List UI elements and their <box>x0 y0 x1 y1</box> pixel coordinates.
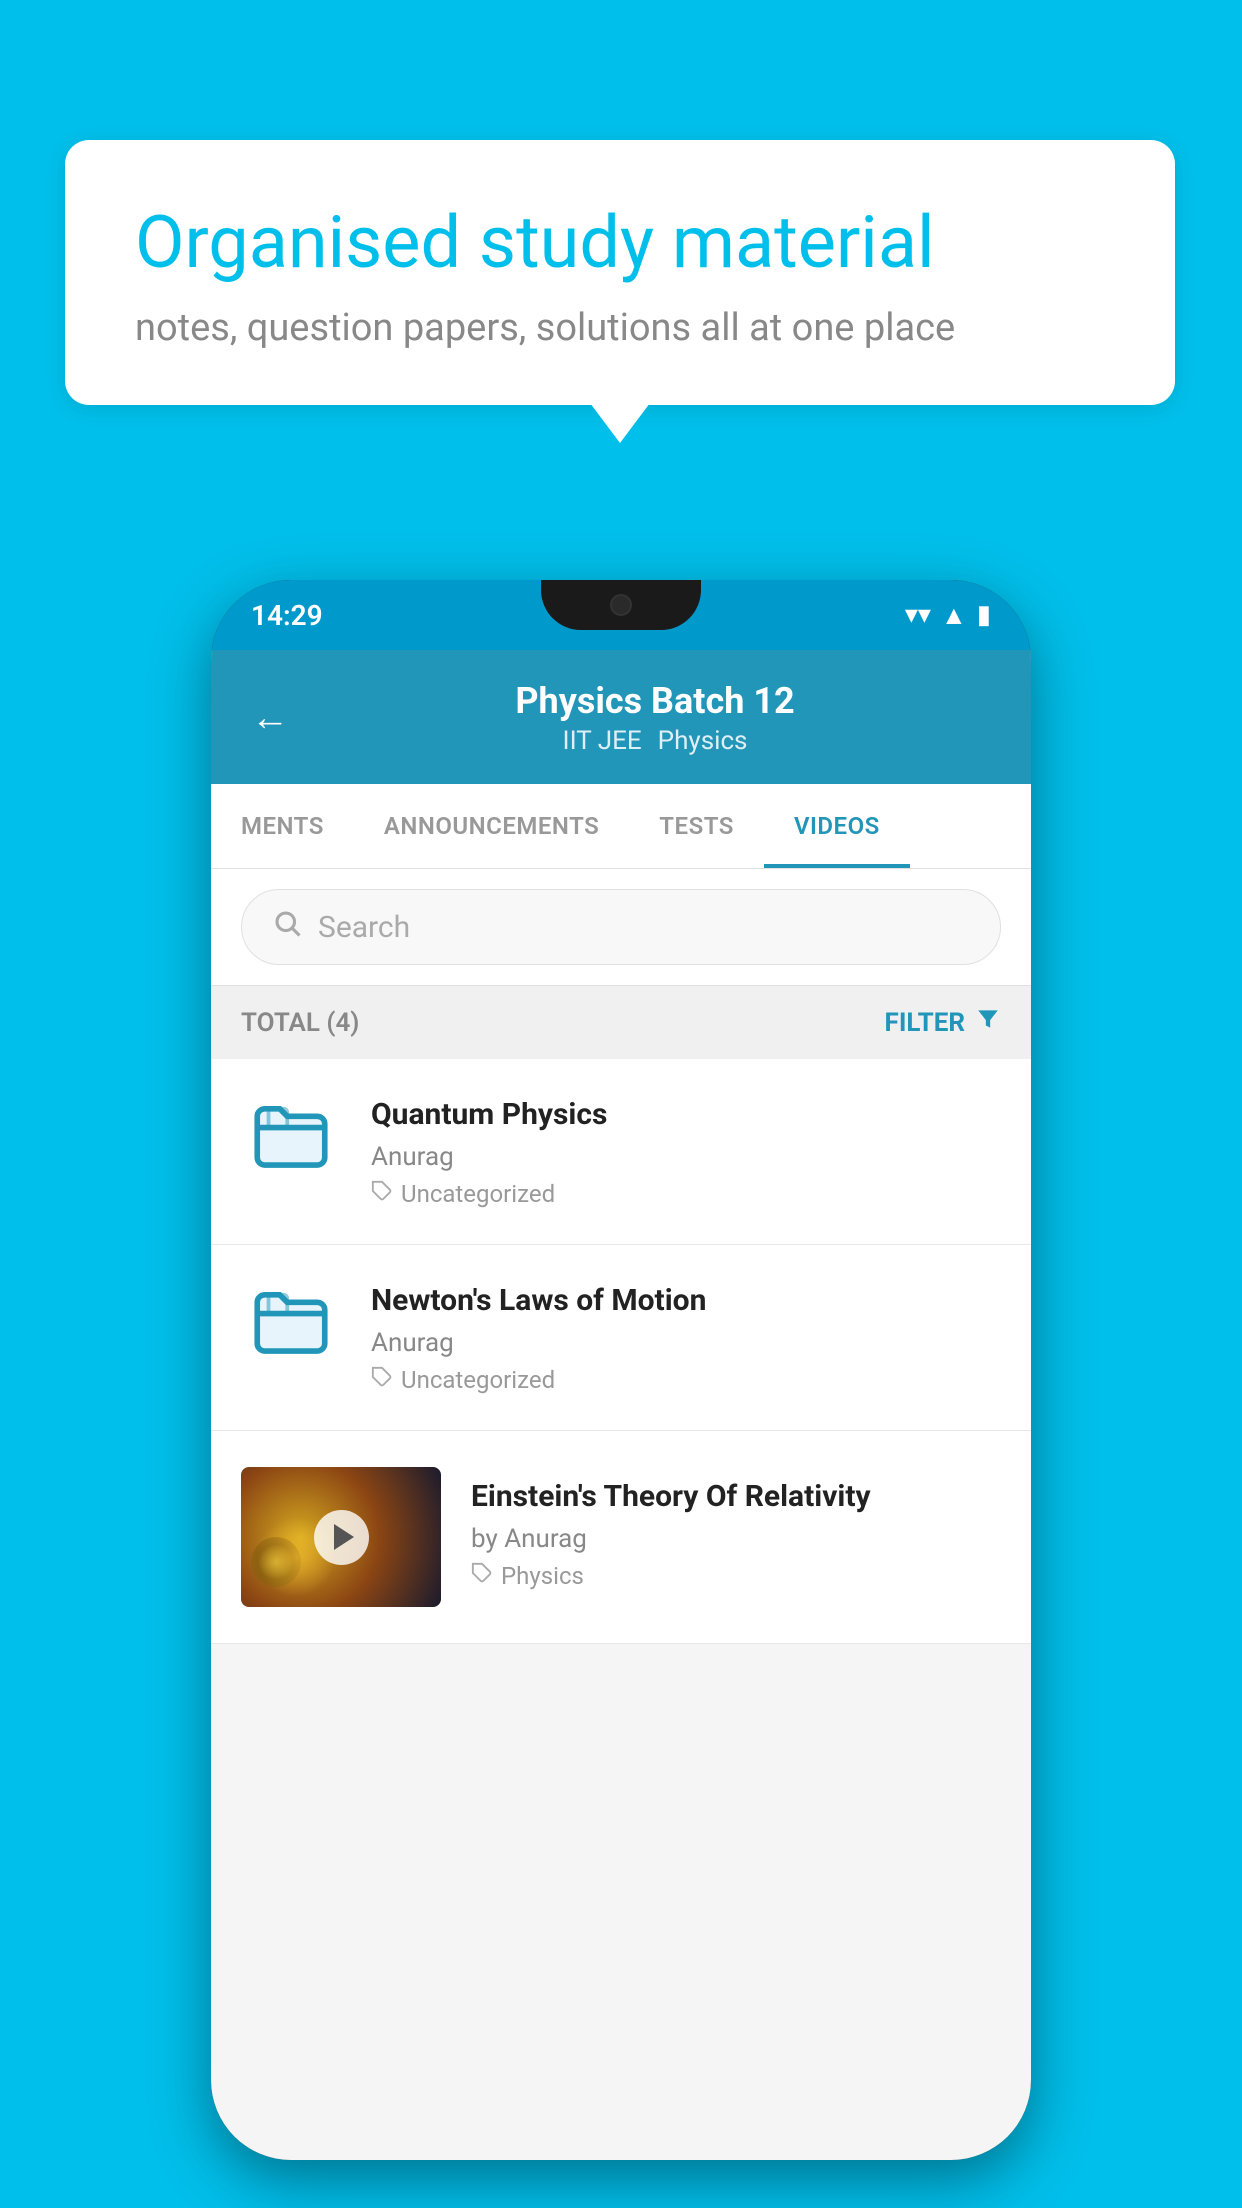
video-list: Quantum Physics Anurag Uncategorized <box>211 1059 1031 1644</box>
list-item[interactable]: Quantum Physics Anurag Uncategorized <box>211 1059 1031 1245</box>
video-tag-1: Uncategorized <box>371 1180 1001 1208</box>
status-bar: 14:29 ▾▾ ▲ ▮ <box>211 580 1031 650</box>
tab-announcements[interactable]: ANNOUNCEMENTS <box>354 784 629 868</box>
filter-icon <box>975 1006 1001 1039</box>
status-icons: ▾▾ ▲ ▮ <box>905 600 991 631</box>
tag-icon-2 <box>371 1366 393 1394</box>
list-item[interactable]: Einstein's Theory Of Relativity by Anura… <box>211 1431 1031 1644</box>
video-author-2: Anurag <box>371 1328 1001 1358</box>
tag-icon-1 <box>371 1180 393 1208</box>
header-title-block: Physics Batch 12 IIT JEE Physics <box>319 680 991 756</box>
tag-icon-3 <box>471 1562 493 1590</box>
signal-icon: ▲ <box>941 600 967 631</box>
total-count-label: TOTAL (4) <box>241 1008 359 1038</box>
video-author-1: Anurag <box>371 1142 1001 1172</box>
play-button[interactable] <box>314 1510 369 1565</box>
header-title: Physics Batch 12 <box>319 680 991 722</box>
video-tag-3: Physics <box>471 1562 1001 1590</box>
search-placeholder: Search <box>318 910 410 945</box>
video-info-1: Quantum Physics Anurag Uncategorized <box>371 1095 1001 1208</box>
back-button[interactable]: ← <box>251 696 289 740</box>
video-title-1: Quantum Physics <box>371 1095 1001 1134</box>
video-thumb-1 <box>241 1095 341 1195</box>
video-by-author-3: by Anurag <box>471 1524 1001 1554</box>
phone-notch <box>541 580 701 630</box>
phone-camera <box>610 594 632 616</box>
list-item[interactable]: Newton's Laws of Motion Anurag Uncategor… <box>211 1245 1031 1431</box>
tab-videos[interactable]: VIDEOS <box>764 784 910 868</box>
phone-screen: ← Physics Batch 12 IIT JEE Physics MENTS… <box>211 650 1031 2160</box>
filter-label: FILTER <box>885 1008 965 1038</box>
phone-frame: 14:29 ▾▾ ▲ ▮ ← Physics Batch 12 IIT JEE … <box>211 580 1031 2160</box>
filter-button[interactable]: FILTER <box>885 1006 1001 1039</box>
video-thumbnail-3 <box>241 1467 441 1607</box>
tag-text-1: Uncategorized <box>401 1180 555 1208</box>
tag-text-3: Physics <box>501 1562 584 1590</box>
tab-ments[interactable]: MENTS <box>211 784 354 868</box>
info-card: Organised study material notes, question… <box>65 140 1175 405</box>
tab-tests[interactable]: TESTS <box>629 784 764 868</box>
filter-row: TOTAL (4) FILTER <box>211 986 1031 1059</box>
info-card-title: Organised study material <box>135 200 1105 286</box>
header-subtitle: IIT JEE Physics <box>319 726 991 756</box>
folder-icon <box>246 1090 336 1200</box>
folder-icon-2 <box>246 1276 336 1386</box>
header-iit-jee: IIT JEE <box>563 726 642 756</box>
play-triangle-icon <box>334 1524 354 1550</box>
wifi-icon: ▾▾ <box>905 600 931 630</box>
video-tag-2: Uncategorized <box>371 1366 1001 1394</box>
video-thumb-2 <box>241 1281 341 1381</box>
video-info-3: Einstein's Theory Of Relativity by Anura… <box>471 1467 1001 1590</box>
app-header: ← Physics Batch 12 IIT JEE Physics <box>211 650 1031 784</box>
search-icon <box>272 908 302 946</box>
header-physics: Physics <box>658 726 748 756</box>
info-card-subtitle: notes, question papers, solutions all at… <box>135 306 1105 350</box>
video-title-2: Newton's Laws of Motion <box>371 1281 1001 1320</box>
tab-bar: MENTS ANNOUNCEMENTS TESTS VIDEOS <box>211 784 1031 869</box>
search-container: Search <box>211 869 1031 986</box>
tag-text-2: Uncategorized <box>401 1366 555 1394</box>
status-time: 14:29 <box>251 599 323 632</box>
video-info-2: Newton's Laws of Motion Anurag Uncategor… <box>371 1281 1001 1394</box>
search-bar[interactable]: Search <box>241 889 1001 965</box>
battery-icon: ▮ <box>977 600 991 630</box>
video-title-3: Einstein's Theory Of Relativity <box>471 1477 1001 1516</box>
